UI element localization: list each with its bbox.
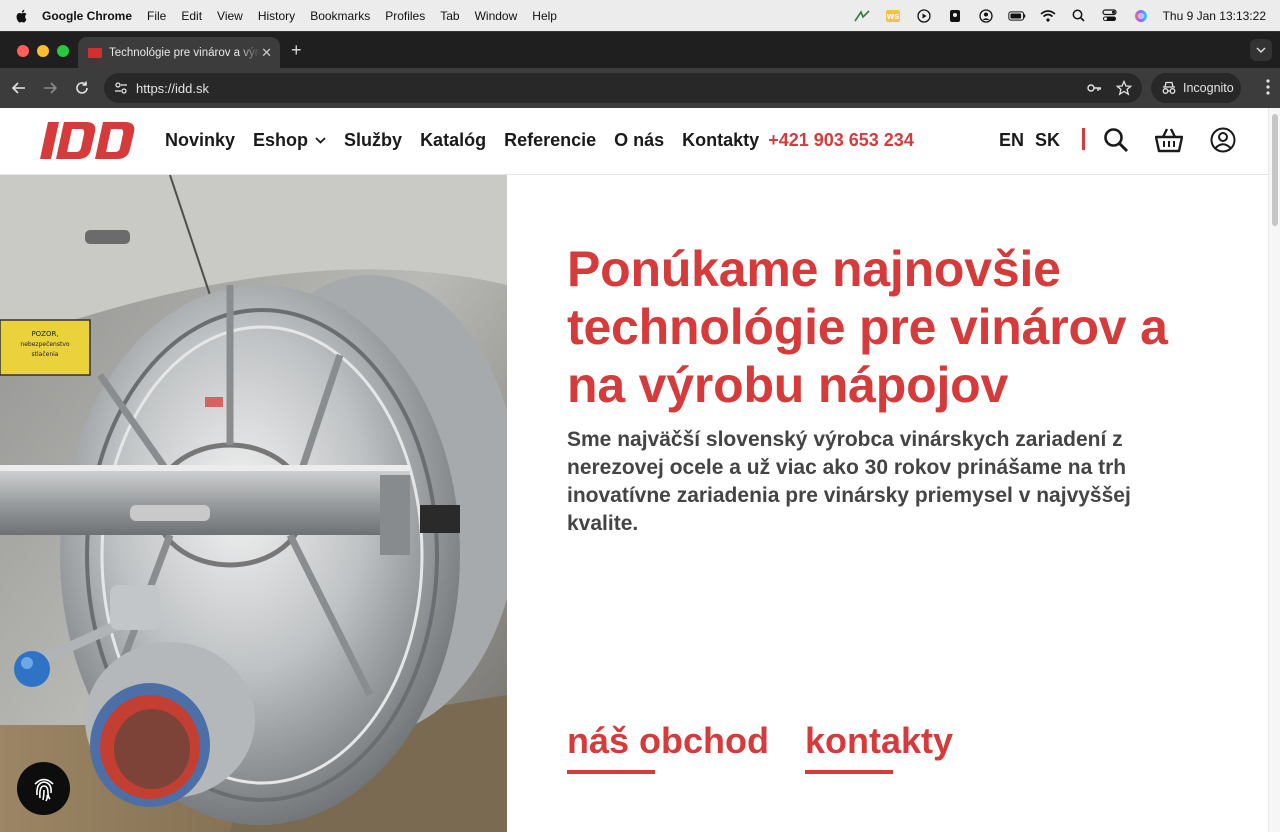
nav-katalog[interactable]: Katalóg (420, 130, 486, 151)
siri-icon[interactable] (1132, 8, 1150, 24)
menu-app-name[interactable]: Google Chrome (42, 9, 132, 23)
shop-cta-link[interactable]: náš obchod (567, 720, 769, 774)
back-icon[interactable] (9, 78, 29, 98)
phone-link[interactable]: +421 903 653 234 (768, 130, 914, 151)
nav-referencie[interactable]: Referencie (504, 130, 596, 151)
reload-icon[interactable] (72, 78, 92, 98)
lang-en-link[interactable]: EN (999, 130, 1024, 151)
menu-window[interactable]: Window (475, 9, 518, 23)
chevron-down-icon (315, 137, 326, 144)
svg-text:WS: WS (886, 13, 899, 21)
password-key-icon[interactable] (1086, 80, 1102, 96)
tab-close-icon[interactable]: ✕ (261, 45, 272, 61)
apple-menu-icon[interactable] (14, 8, 30, 24)
menu-profiles[interactable]: Profiles (385, 9, 425, 23)
basket-icon[interactable] (1154, 127, 1184, 158)
fingerprint-icon (33, 778, 54, 801)
user-account-icon[interactable] (977, 8, 995, 24)
main-navigation: Novinky Eshop Služby Katalóg Referencie … (165, 130, 914, 151)
user-account-icon[interactable] (1210, 127, 1236, 158)
hero-headline: Ponúkame najnovšie technológie pre vinár… (567, 241, 1168, 413)
favicon-icon (88, 48, 102, 58)
script-editor-icon[interactable] (853, 8, 871, 24)
nav-kontakty[interactable]: Kontakty (682, 130, 759, 151)
menu-history[interactable]: History (258, 9, 295, 23)
menu-tab[interactable]: Tab (440, 9, 459, 23)
svg-text:POZOR,: POZOR, (31, 330, 58, 338)
shop-cta-underline (567, 770, 655, 774)
play-icon[interactable] (915, 8, 933, 24)
control-center-icon[interactable] (1101, 8, 1119, 24)
nav-eshop[interactable]: Eshop (253, 130, 326, 151)
url-text[interactable]: https://idd.sk (136, 81, 209, 96)
contacts-cta-label: kontakty (805, 720, 954, 761)
wifi-icon[interactable] (1039, 8, 1057, 24)
incognito-icon (1162, 81, 1176, 94)
forward-icon[interactable] (40, 78, 60, 98)
browser-tab-strip: Technológie pre vinárov a výrobu nápojov… (0, 31, 1280, 69)
tab-search-button[interactable] (1250, 39, 1272, 61)
site-info-icon[interactable] (113, 80, 129, 96)
omnibox-actions (1072, 79, 1133, 96)
idd-logo[interactable] (40, 122, 137, 164)
window-controls (17, 45, 77, 57)
fingerprint-consent-button[interactable] (17, 762, 70, 815)
web-page: Novinky Eshop Služby Katalóg Referencie … (0, 108, 1268, 832)
contacts-cta-link[interactable]: kontakty (805, 720, 953, 774)
status-area: WS Thu 9 Jan 13:13:22 (853, 0, 1280, 31)
site-header: Novinky Eshop Služby Katalóg Referencie … (0, 108, 1268, 175)
menu-view[interactable]: View (217, 9, 243, 23)
svg-text:stlačenia: stlačenia (32, 351, 59, 358)
ws-app-icon[interactable]: WS (884, 8, 902, 24)
svg-text:nebezpečenstvo: nebezpečenstvo (20, 341, 69, 348)
menu-help[interactable]: Help (532, 9, 557, 23)
incognito-indicator[interactable]: Incognito (1151, 73, 1241, 103)
tab-active[interactable]: Technológie pre vinárov a výrobu nápojov… (78, 37, 280, 69)
address-bar[interactable]: https://idd.sk (104, 73, 1142, 103)
incognito-label: Incognito (1183, 81, 1234, 95)
macos-menu-bar: Google Chrome File Edit View History Boo… (0, 0, 1280, 31)
nav-novinky[interactable]: Novinky (165, 130, 235, 151)
zoom-window-button[interactable] (57, 45, 69, 57)
lang-sk-link[interactable]: SK (1035, 130, 1060, 151)
battery-icon[interactable] (1007, 8, 1026, 24)
close-window-button[interactable] (17, 45, 29, 57)
contacts-icon[interactable] (946, 8, 964, 24)
menu-file[interactable]: File (147, 9, 166, 23)
new-tab-icon[interactable]: + (291, 40, 302, 61)
contacts-cta-underline (805, 770, 893, 774)
shop-cta-label: náš obchod (567, 720, 770, 761)
minimize-window-button[interactable] (37, 45, 49, 57)
search-icon[interactable] (1103, 127, 1129, 158)
spotlight-search-icon[interactable] (1070, 8, 1088, 24)
scrollbar-thumb[interactable] (1272, 114, 1278, 226)
nav-eshop-label: Eshop (253, 130, 309, 150)
header-divider (1082, 128, 1085, 150)
tab-title: Technológie pre vinárov a výrobu nápojov (109, 47, 261, 59)
bookmark-star-icon[interactable] (1115, 79, 1133, 96)
browser-toolbar: https://idd.sk Incognito (0, 68, 1280, 108)
hero-image-stainless-tank: POZOR, nebezpečenstvo stlačenia (0, 175, 507, 832)
hero-text-block: Ponúkame najnovšie technológie pre vinár… (567, 240, 1227, 538)
nav-sluzby[interactable]: Služby (344, 130, 402, 151)
chevron-down-icon (1256, 46, 1266, 53)
browser-menu-icon[interactable] (1266, 79, 1270, 100)
page-scrollbar[interactable] (1268, 108, 1280, 832)
menu-bookmarks[interactable]: Bookmarks (310, 9, 370, 23)
menu-edit[interactable]: Edit (181, 9, 202, 23)
nav-o-nas[interactable]: O nás (614, 130, 664, 151)
hero-subline: Sme najväčší slovenský výrobca vinárskyc… (567, 428, 1131, 535)
menubar-clock[interactable]: Thu 9 Jan 13:13:22 (1163, 9, 1266, 23)
